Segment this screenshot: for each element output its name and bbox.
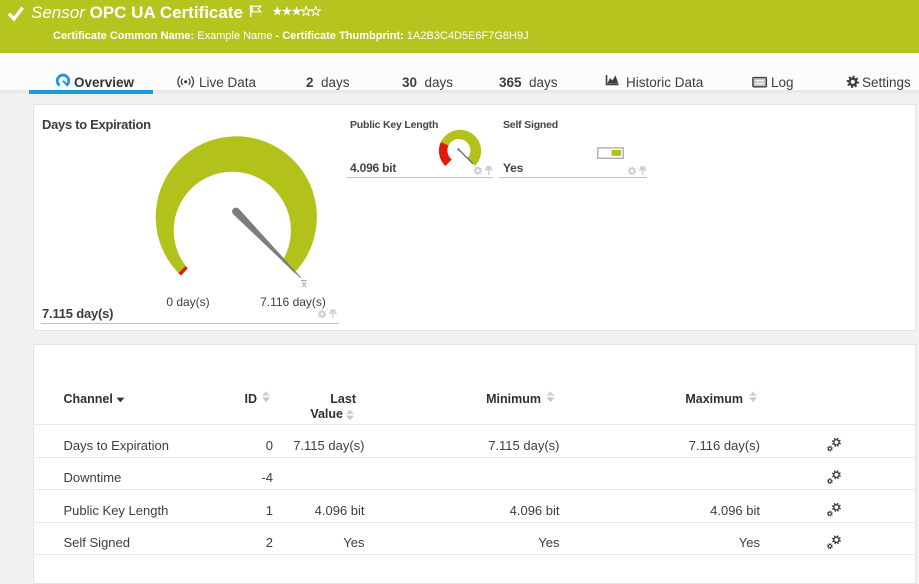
svg-text:x: x — [302, 279, 307, 290]
